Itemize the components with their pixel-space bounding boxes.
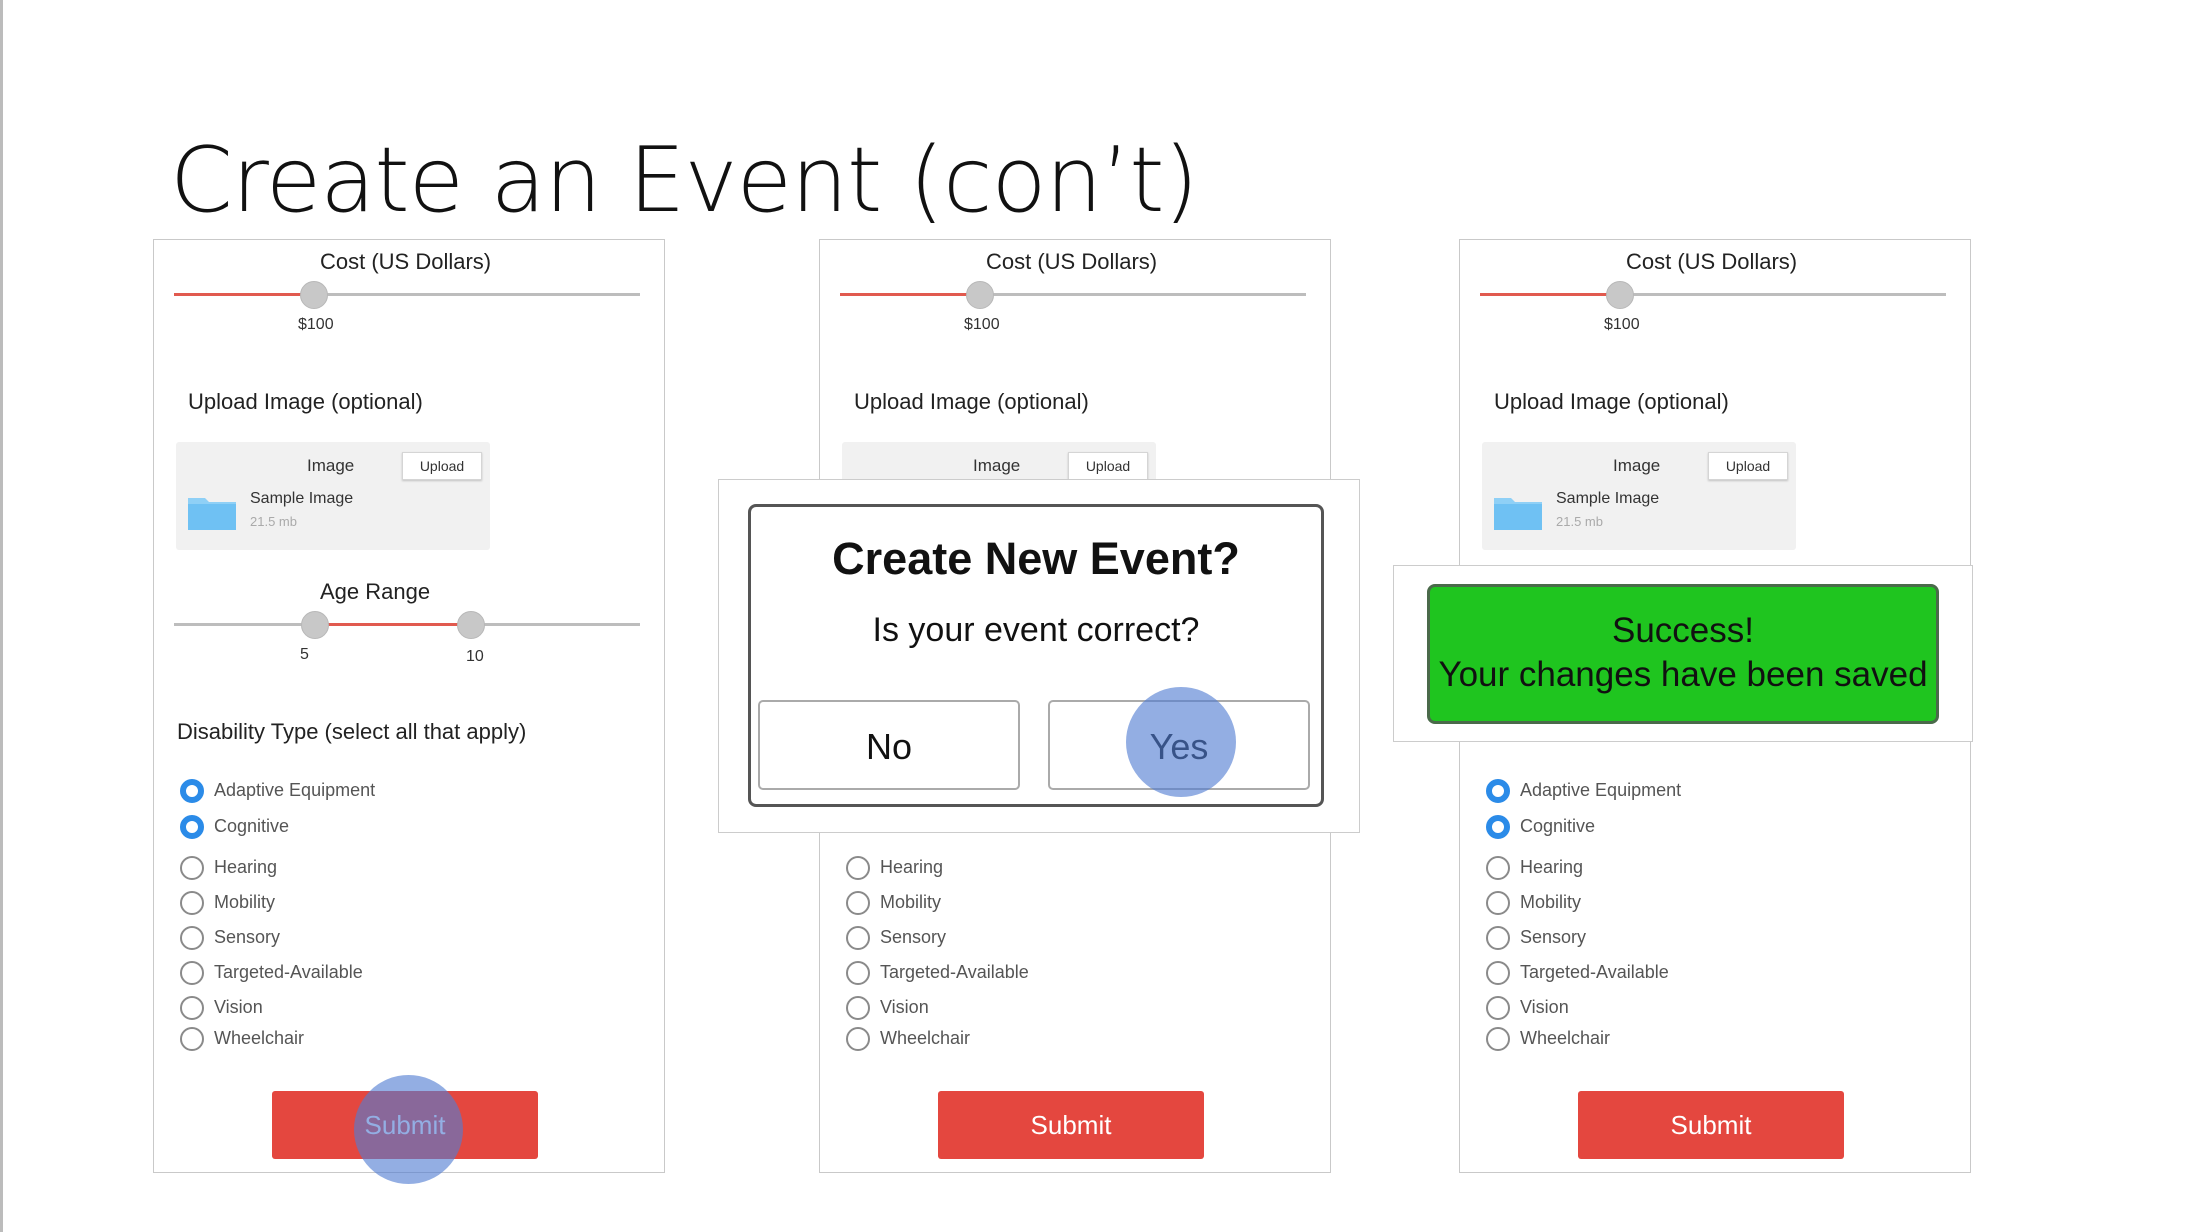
radio-unchecked-icon[interactable] (846, 891, 870, 915)
disability-option-label: Sensory (214, 927, 281, 947)
disability-option-label: Hearing (880, 857, 944, 877)
submit-button[interactable]: Submit (938, 1091, 1204, 1159)
disability-option-label: Adaptive Equipment (1520, 780, 1682, 800)
image-label: Image (307, 456, 355, 475)
disability-option-label: Mobility (214, 892, 276, 912)
radio-checked-icon[interactable] (1486, 815, 1510, 839)
age-max-value: 10 (466, 648, 484, 665)
radio-unchecked-icon[interactable] (180, 961, 204, 985)
toast-title: Success! (1612, 611, 1754, 650)
cost-slider-handle[interactable] (1606, 281, 1634, 309)
submit-button[interactable]: Submit (1578, 1091, 1844, 1159)
disability-option-label: Sensory (1520, 927, 1587, 947)
disability-option-label: Targeted-Available (880, 962, 1029, 982)
cost-slider-handle[interactable] (300, 281, 328, 309)
toast-message: Your changes have been saved (1438, 655, 1928, 694)
radio-checked-icon[interactable] (180, 779, 204, 803)
upload-button[interactable]: Upload (1068, 452, 1148, 480)
radio-unchecked-icon[interactable] (846, 996, 870, 1020)
radio-unchecked-icon[interactable] (1486, 891, 1510, 915)
radio-unchecked-icon[interactable] (846, 1027, 870, 1051)
slide-edge (0, 0, 3, 1232)
disability-option-label: Vision (214, 997, 263, 1017)
confirm-dialog: Create New Event? Is your event correct?… (748, 504, 1324, 807)
age-min-value: 5 (300, 646, 309, 663)
disability-option-label: Mobility (880, 892, 942, 912)
tap-indicator (354, 1075, 463, 1184)
success-toast-overlay: Success! Your changes have been saved (1393, 565, 1973, 742)
file-size: 21.5 mb (250, 514, 297, 529)
radio-unchecked-icon[interactable] (1486, 856, 1510, 880)
disability-type-label: Disability Type (select all that apply) (177, 719, 527, 744)
radio-unchecked-icon[interactable] (846, 856, 870, 880)
tap-indicator (1126, 687, 1236, 797)
radio-unchecked-icon[interactable] (846, 961, 870, 985)
cost-slider-handle[interactable] (966, 281, 994, 309)
disability-option-label: Vision (1520, 997, 1569, 1017)
radio-unchecked-icon[interactable] (180, 996, 204, 1020)
upload-label: Upload Image (optional) (854, 389, 1089, 414)
upload-box: Image Upload Sample Image 21.5 mb (1482, 442, 1796, 550)
event-form-step-submit: Cost (US Dollars) $100 Upload Image (opt… (153, 239, 665, 1184)
success-toast: Success! Your changes have been saved (1427, 584, 1939, 724)
dialog-message: Is your event correct? (872, 611, 1200, 649)
radio-unchecked-icon[interactable] (180, 926, 204, 950)
age-max-handle[interactable] (457, 611, 485, 639)
age-min-handle[interactable] (301, 611, 329, 639)
cost-slider-fill (840, 293, 980, 296)
disability-option-label: Wheelchair (880, 1028, 971, 1048)
disability-option-label: Adaptive Equipment (214, 780, 376, 800)
cost-value: $100 (1604, 316, 1640, 333)
radio-unchecked-icon[interactable] (1486, 926, 1510, 950)
radio-checked-icon[interactable] (180, 815, 204, 839)
upload-label: Upload Image (optional) (188, 389, 423, 414)
radio-unchecked-icon[interactable] (1486, 996, 1510, 1020)
radio-unchecked-icon[interactable] (1486, 961, 1510, 985)
file-size: 21.5 mb (1556, 514, 1603, 529)
disability-option-label: Wheelchair (1520, 1028, 1611, 1048)
cost-label: Cost (US Dollars) (986, 249, 1158, 274)
disability-option-label: Hearing (214, 857, 278, 877)
upload-box: Image Upload Sample Image 21.5 mb (176, 442, 490, 550)
radio-unchecked-icon[interactable] (846, 926, 870, 950)
disability-option-label: Targeted-Available (1520, 962, 1669, 982)
cost-value: $100 (964, 316, 1000, 333)
folder-icon (1494, 498, 1542, 530)
radio-unchecked-icon[interactable] (1486, 1027, 1510, 1051)
file-name: Sample Image (1556, 490, 1660, 507)
upload-button[interactable]: Upload (1708, 452, 1788, 480)
image-label: Image (1613, 456, 1661, 475)
upload-label: Upload Image (optional) (1494, 389, 1729, 414)
age-slider-fill (315, 623, 471, 626)
upload-button[interactable]: Upload (402, 452, 482, 480)
radio-unchecked-icon[interactable] (180, 891, 204, 915)
disability-option-label: Hearing (1520, 857, 1584, 877)
cost-slider-fill (174, 293, 314, 296)
radio-unchecked-icon[interactable] (180, 856, 204, 880)
disability-option-label: Vision (880, 997, 929, 1017)
cost-label: Cost (US Dollars) (320, 249, 492, 274)
radio-checked-icon[interactable] (1486, 779, 1510, 803)
age-range-label: Age Range (320, 579, 431, 604)
slide-title: Create an Event (con’t) (170, 128, 1199, 233)
radio-unchecked-icon[interactable] (180, 1027, 204, 1051)
confirm-dialog-overlay: Create New Event? Is your event correct?… (718, 479, 1360, 833)
disability-option-label: Cognitive (214, 816, 290, 836)
folder-icon (188, 498, 236, 530)
cost-value: $100 (298, 316, 334, 333)
disability-option-label: Cognitive (1520, 816, 1596, 836)
disability-option-label: Wheelchair (214, 1028, 305, 1048)
disability-option-label: Mobility (1520, 892, 1582, 912)
disability-option-label: Sensory (880, 927, 947, 947)
no-button[interactable]: No (758, 700, 1020, 790)
file-name: Sample Image (250, 490, 354, 507)
cost-label: Cost (US Dollars) (1626, 249, 1798, 274)
disability-option-label: Targeted-Available (214, 962, 363, 982)
image-label: Image (973, 456, 1021, 475)
cost-slider-fill (1480, 293, 1620, 296)
dialog-title: Create New Event? (832, 533, 1240, 584)
